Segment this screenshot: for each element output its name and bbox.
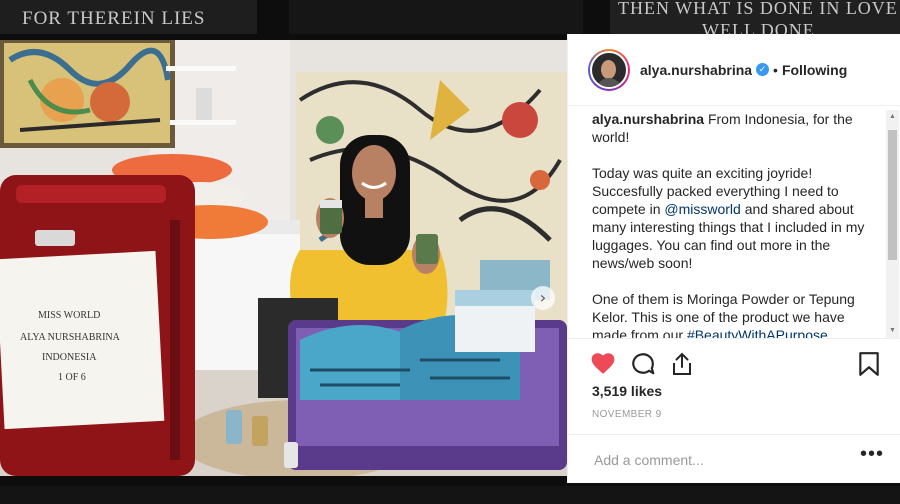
scroll-up-icon[interactable]: ▲: [886, 112, 899, 122]
mention-link[interactable]: @missworld: [664, 201, 740, 217]
tag-line-2: ALYA NURSHABRINA: [20, 332, 121, 343]
tag-line-3: INDONESIA: [42, 352, 97, 363]
background-tile-left: FOR THEREIN LIES: [0, 0, 257, 34]
caption-paragraph-2: Today was quite an exciting joyride! Suc…: [592, 164, 882, 272]
more-options-icon[interactable]: •••: [860, 443, 884, 466]
hashtag-link[interactable]: #BeautyWithAPurpose: [687, 327, 828, 338]
heart-icon[interactable]: [590, 351, 616, 380]
background-caption-right-2: WELL DONE: [702, 20, 815, 34]
action-bar: [568, 338, 900, 387]
caption-paragraph-3: One of them is Moringa Powder or Tepung …: [592, 290, 882, 338]
background-caption-right: THEN WHAT IS DONE IN LOVE IS: [618, 0, 900, 18]
carousel-next-button[interactable]: ›: [531, 286, 555, 310]
photo-illustration: MISS WORLD ALYA NURSHABRINA INDONESIA 1 …: [0, 40, 567, 476]
avatar[interactable]: [588, 48, 630, 91]
tag-line-4: 1 OF 6: [58, 372, 86, 383]
background-caption-left: FOR THEREIN LIES: [22, 8, 206, 29]
background-tile-bottom: [0, 486, 900, 504]
caption-area: alya.nurshabrina From Indonesia, for the…: [592, 110, 882, 338]
share-icon[interactable]: [670, 351, 694, 382]
chevron-right-icon: ›: [539, 288, 547, 307]
scrollbar-thumb[interactable]: [888, 130, 897, 260]
post-details-panel: alya.nurshabrina ✓ • Following alya.nurs…: [567, 34, 900, 483]
background-tile-middle: [289, 0, 583, 34]
separator-dot: •: [773, 61, 778, 78]
likes-count[interactable]: 3,519 likes: [592, 383, 662, 399]
post-header: alya.nurshabrina ✓ • Following: [568, 34, 900, 106]
background-tile-right: THEN WHAT IS DONE IN LOVE IS WELL DONE: [610, 0, 900, 34]
caption-paragraph-1: alya.nurshabrina From Indonesia, for the…: [592, 110, 882, 146]
comment-icon[interactable]: [630, 351, 656, 382]
post-date[interactable]: NOVEMBER 9: [592, 409, 662, 420]
following-button[interactable]: Following: [782, 62, 847, 78]
caption-username[interactable]: alya.nurshabrina: [592, 111, 704, 127]
username-link[interactable]: alya.nurshabrina: [640, 62, 752, 78]
caption-scrollbar[interactable]: ▲ ▼: [886, 110, 899, 338]
comment-box: •••: [568, 434, 900, 484]
post-photo[interactable]: MISS WORLD ALYA NURSHABRINA INDONESIA 1 …: [0, 40, 567, 476]
comment-input[interactable]: [592, 450, 836, 470]
verified-badge-icon: ✓: [756, 63, 770, 76]
tag-line-1: MISS WORLD: [38, 310, 100, 321]
scroll-down-icon[interactable]: ▼: [886, 326, 899, 336]
bookmark-icon[interactable]: [858, 351, 880, 382]
